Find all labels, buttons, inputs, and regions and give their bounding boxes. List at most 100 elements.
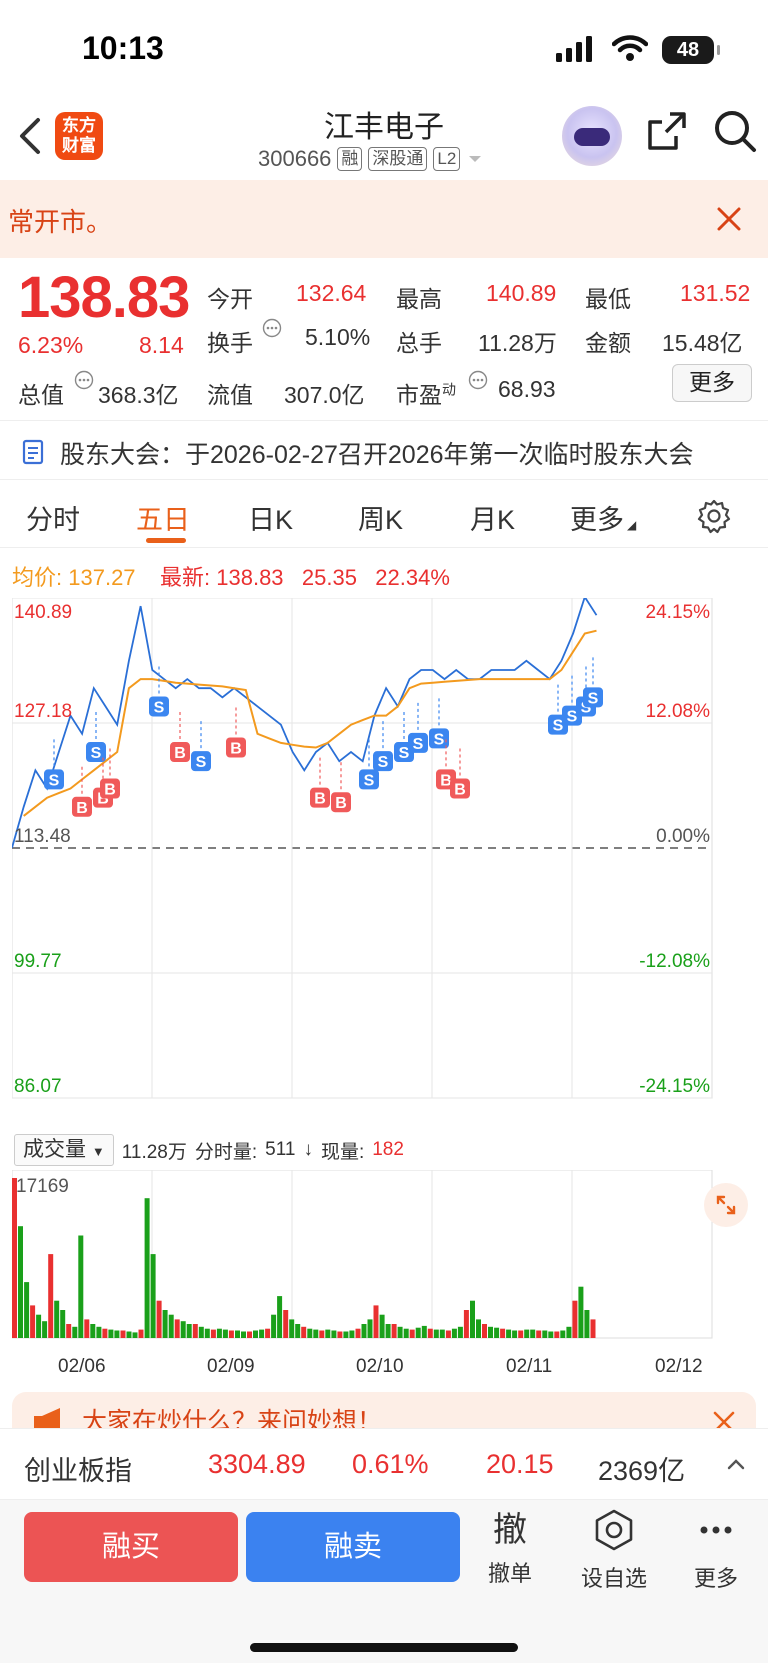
- stock-header: 东方财富 江丰电子 300666 融 深股通 L2: [0, 96, 768, 180]
- index-ticker-bar[interactable]: 创业板指 3304.89 0.61% 20.15 2369亿: [0, 1428, 768, 1500]
- volume-bar: [144, 1198, 150, 1338]
- volume-label: 总手: [396, 330, 442, 356]
- total-value-label: 总值: [18, 382, 64, 408]
- volume-bar: [114, 1330, 120, 1338]
- volume-chart[interactable]: 17169: [12, 1170, 756, 1352]
- tab-weekly-k[interactable]: 周K: [358, 498, 403, 537]
- volume-bar: [470, 1300, 475, 1338]
- index-name: 创业板指: [24, 1456, 132, 1486]
- buy-marker-letter: B: [104, 782, 116, 799]
- volume-bar: [566, 1326, 572, 1338]
- volume-bar: [373, 1305, 379, 1338]
- cancel-order-icon: 撤: [493, 1511, 527, 1549]
- margin-buy-button[interactable]: 融买: [24, 1512, 238, 1582]
- volume-bar: [367, 1319, 373, 1338]
- buy-marker-letter: B: [314, 791, 326, 808]
- stock-code-row[interactable]: 300666 融 深股通 L2: [258, 146, 484, 172]
- tab-monthly-k[interactable]: 月K: [470, 498, 515, 537]
- search-icon[interactable]: [712, 108, 758, 154]
- volume-bar: [445, 1330, 451, 1338]
- sell-marker-letter: S: [154, 699, 165, 716]
- assistant-avatar-icon[interactable]: [562, 106, 622, 166]
- tab-daily-k[interactable]: 日K: [248, 498, 293, 537]
- add-watchlist-button[interactable]: 设自选: [574, 1508, 654, 1593]
- tag-margin: 融: [337, 147, 363, 171]
- date-label: 02/09: [207, 1356, 255, 1377]
- pct-axis-label: 12.08%: [646, 701, 711, 722]
- volume-bar: [48, 1254, 54, 1338]
- volume-bar: [584, 1310, 590, 1338]
- pe-label-sup: 动: [442, 381, 456, 398]
- volume-bar: [560, 1330, 566, 1338]
- settings-gear-icon[interactable]: [696, 498, 732, 534]
- volume-bar: [578, 1286, 584, 1338]
- close-icon[interactable]: [716, 206, 742, 232]
- info-dots-icon[interactable]: [262, 318, 282, 338]
- more-button[interactable]: 更多: [672, 364, 752, 402]
- indicator-select[interactable]: 成交量 ▼: [14, 1134, 114, 1166]
- volume-bar: [307, 1328, 313, 1338]
- volume-value: 11.28万: [478, 330, 557, 356]
- cancel-order-button[interactable]: 撤 撤单: [470, 1508, 550, 1588]
- expand-icon[interactable]: [704, 1183, 748, 1227]
- notice-text: 常开市。: [8, 207, 113, 237]
- volume-max-label: 17169: [16, 1176, 69, 1197]
- announcement-bar[interactable]: 股东大会：于2026-02-27召开2026年第一次临时股东大会: [0, 420, 768, 480]
- chevron-up-icon[interactable]: [726, 1457, 746, 1471]
- pct-axis-label: -12.08%: [639, 951, 710, 972]
- wifi-icon: [612, 35, 648, 61]
- ai-promo-banner[interactable]: 大家在炒什么？来问妙想！: [12, 1392, 756, 1432]
- volume-bar: [259, 1329, 265, 1338]
- latest-change-amt: 25.35: [301, 565, 357, 590]
- info-dots-icon[interactable]: [468, 370, 488, 390]
- volume-bar: [228, 1330, 234, 1338]
- volume-header: 成交量 ▼ 11.28万 分时量: 511 ↓ 现量: 182: [14, 1134, 404, 1166]
- current-price: 138.83: [18, 265, 190, 330]
- volume-bar: [168, 1314, 174, 1338]
- tab-more[interactable]: 更多 ◢: [570, 498, 636, 537]
- buy-marker-letter: B: [174, 745, 186, 762]
- volume-bar: [325, 1329, 331, 1338]
- volume-bar: [30, 1305, 36, 1338]
- tab-five-day[interactable]: 五日: [136, 498, 190, 537]
- change-amt: 8.14: [139, 332, 184, 358]
- document-icon: [22, 439, 44, 465]
- chart-tabs: 分时 五日 日K 周K 月K 更多 ◢: [0, 486, 768, 548]
- quote-panel: 138.83 6.23% 8.14 总值 368.3亿 今开 132.64 换手…: [0, 258, 768, 408]
- volume-bar: [78, 1235, 84, 1338]
- volume-bar: [12, 1178, 17, 1338]
- volume-bar: [265, 1328, 271, 1338]
- more-actions-button[interactable]: 更多: [676, 1508, 756, 1593]
- volume-bar: [554, 1331, 560, 1338]
- volume-bar: [313, 1329, 319, 1338]
- tab-intraday[interactable]: 分时: [26, 498, 80, 537]
- share-icon[interactable]: [646, 110, 688, 152]
- margin-sell-button[interactable]: 融卖: [246, 1512, 460, 1582]
- latest-label: 最新:: [160, 565, 211, 590]
- buy-marker-letter: B: [454, 782, 466, 799]
- volume-bar: [482, 1324, 487, 1338]
- volume-bar: [54, 1300, 60, 1338]
- volume-bar: [536, 1330, 542, 1338]
- volume-bar: [36, 1314, 42, 1338]
- tab-more-label: 更多: [570, 505, 624, 535]
- pct-axis-label: 24.15%: [646, 602, 711, 623]
- volume-bar: [126, 1331, 132, 1338]
- buy-marker-letter: B: [76, 800, 88, 817]
- volume-bar: [397, 1326, 403, 1338]
- float-value: 307.0亿: [284, 382, 365, 408]
- latest-value: 138.83: [216, 565, 284, 590]
- volume-bar: [204, 1328, 210, 1338]
- volume-bar: [60, 1310, 66, 1338]
- date-label: 02/06: [58, 1356, 106, 1377]
- pct-axis-label: -24.15%: [639, 1076, 710, 1097]
- five-day-price-chart[interactable]: SSSSSSSS SSSSSBBBB BB BBB 140.89 127.18 113.4…: [12, 598, 756, 1130]
- volume-bar: [198, 1326, 204, 1338]
- dropdown-triangle-icon: [469, 156, 482, 162]
- latest-change-pct: 22.34%: [375, 565, 450, 590]
- amount-value: 15.48亿: [662, 330, 743, 356]
- volume-bar: [84, 1319, 90, 1338]
- info-dots-icon[interactable]: [74, 370, 94, 390]
- volume-grid: [12, 1170, 713, 1339]
- volume-bar: [156, 1300, 162, 1338]
